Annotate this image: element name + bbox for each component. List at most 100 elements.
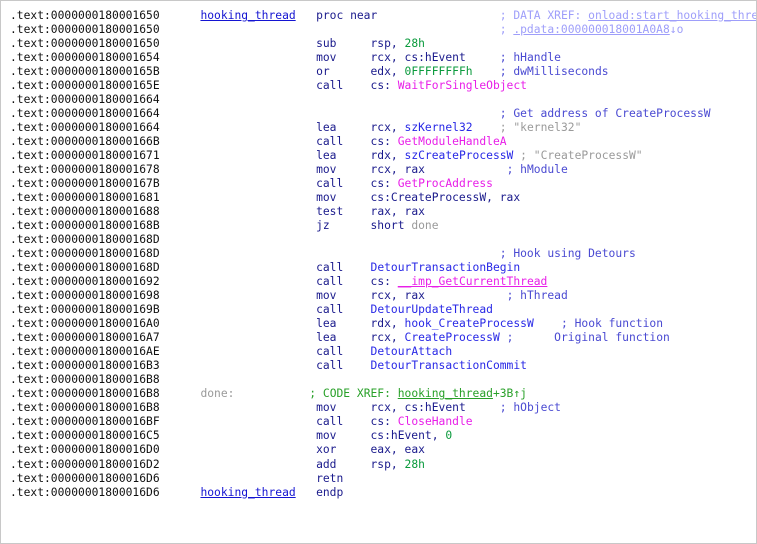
disassembly-line[interactable]: .text:0000000180001650 hooking_thread pr…	[10, 9, 752, 23]
disassembly-line[interactable]: .text:0000000180001681 mov cs:CreateProc…	[10, 191, 752, 205]
address-prefix: .text:000000018000168D	[10, 261, 160, 274]
operand[interactable]: szKernel32	[405, 121, 473, 134]
disassembly-line[interactable]: .text:000000018000165B or edx, 0FFFFFFFF…	[10, 65, 752, 79]
ida-disassembly-window[interactable]: .text:0000000180001650 hooking_thread pr…	[0, 0, 757, 544]
disassembly-line[interactable]: .text:000000018000168D ; Hook using Deto…	[10, 247, 752, 261]
operand[interactable]: GetProcAddress	[398, 177, 493, 190]
operand: rax	[405, 205, 425, 218]
operand[interactable]: DetourTransactionBegin	[371, 261, 521, 274]
function-name[interactable]: hooking_thread	[200, 9, 295, 22]
disassembly-line[interactable]: .text:0000000180001650 sub rsp, 28h	[10, 37, 752, 51]
operand: cs:hEvent	[405, 51, 466, 64]
disassembly-line[interactable]: .text:0000000180001698 mov rcx, rax ; hT…	[10, 289, 752, 303]
disassembly-line[interactable]: .text:0000000180001654 mov rcx, cs:hEven…	[10, 51, 752, 65]
operand: short	[371, 219, 405, 232]
disassembly-line[interactable]: .text:000000018000168D	[10, 233, 752, 247]
address-prefix: .text:000000018000168B	[10, 219, 160, 232]
disassembly-line[interactable]: .text:000000018000167B call cs: GetProcA…	[10, 177, 752, 191]
operand[interactable]: GetModuleHandleA	[398, 135, 507, 148]
address-prefix: .text:00000001800016AE	[10, 345, 160, 358]
address-prefix: .text:00000001800016A7	[10, 331, 160, 344]
xref-target-link[interactable]: onload:start_hooking_thread	[588, 9, 757, 22]
disassembly-line[interactable]: .text:00000001800016A0 lea rdx, hook_Cre…	[10, 317, 752, 331]
instruction-mnemonic: call	[316, 275, 343, 288]
operand[interactable]: DetourUpdateThread	[371, 303, 493, 316]
operand: cs:CreateProcessW,	[371, 191, 493, 204]
disassembly-line[interactable]: .text:00000001800016B8 mov rcx, cs:hEven…	[10, 401, 752, 415]
address-prefix: .text:00000001800016D0	[10, 443, 160, 456]
address-prefix: .text:0000000180001664	[10, 107, 160, 120]
data-xref-comment: ;	[500, 23, 514, 36]
inline-comment: ; dwMilliseconds	[500, 65, 609, 78]
operand[interactable]: DetourAttach	[371, 345, 453, 358]
instruction-mnemonic: jz	[316, 219, 330, 232]
instruction-mnemonic: mov	[316, 429, 336, 442]
disassembly-line[interactable]: .text:00000001800016D0 xor eax, eax	[10, 443, 752, 457]
disassembly-line[interactable]: .text:000000018000166B call cs: GetModul…	[10, 135, 752, 149]
address-prefix: .text:00000001800016B3	[10, 359, 160, 372]
disassembly-line[interactable]: .text:000000018000168D call DetourTransa…	[10, 261, 752, 275]
disassembly-line[interactable]: .text:0000000180001664 ; Get address of …	[10, 107, 752, 121]
disassembly-line[interactable]: .text:00000001800016B8	[10, 373, 752, 387]
disassembly-line[interactable]: .text:00000001800016A7 lea rcx, CreatePr…	[10, 331, 752, 345]
disassembly-line[interactable]: .text:00000001800016D2 add rsp, 28h	[10, 458, 752, 472]
operand[interactable]: WaitForSingleObject	[398, 79, 527, 92]
address-prefix: .text:000000018000168D	[10, 247, 160, 260]
disassembly-line[interactable]: .text:00000001800016D6 retn	[10, 472, 752, 486]
address-prefix: .text:00000001800016B8	[10, 373, 160, 386]
address-prefix: .text:00000001800016A0	[10, 317, 160, 330]
operand[interactable]: hook_CreateProcessW	[405, 317, 534, 330]
operand[interactable]: szCreateProcessW	[405, 149, 514, 162]
operand: cs:hEvent	[405, 401, 466, 414]
address-prefix: .text:00000001800016D6	[10, 486, 160, 499]
function-name[interactable]: hooking_thread	[200, 486, 295, 499]
instruction-mnemonic: lea	[316, 317, 336, 330]
disassembly-line[interactable]: .text:00000001800016B8 done: ; CODE XREF…	[10, 387, 752, 401]
instruction-mnemonic: proc near	[316, 9, 377, 22]
disassembly-line[interactable]: .text:0000000180001664 lea rcx, szKernel…	[10, 121, 752, 135]
operand[interactable]: DetourTransactionCommit	[371, 359, 527, 372]
disassembly-line[interactable]: .text:0000000180001688 test rax, rax	[10, 205, 752, 219]
disassembly-line[interactable]: .text:0000000180001650 ; .pdata:00000001…	[10, 23, 752, 37]
operand: rax,	[371, 205, 398, 218]
address-prefix: .text:0000000180001664	[10, 121, 160, 134]
disassembly-line[interactable]: .text:00000001800016B3 call DetourTransa…	[10, 359, 752, 373]
disassembly-line[interactable]: .text:0000000180001678 mov rcx, rax ; hM…	[10, 163, 752, 177]
address-prefix: .text:0000000180001671	[10, 149, 160, 162]
address-prefix: .text:000000018000167B	[10, 177, 160, 190]
disassembly-line[interactable]: .text:00000001800016D6 hooking_thread en…	[10, 486, 752, 500]
xref-target-link[interactable]: hooking_thread	[398, 387, 493, 400]
operand: cs:	[371, 177, 391, 190]
xref-target-link[interactable]: .pdata:000000018001A0A8	[513, 23, 669, 36]
disassembly-line[interactable]: .text:00000001800016AE call DetourAttach	[10, 345, 752, 359]
instruction-mnemonic: lea	[316, 121, 336, 134]
disassembly-line[interactable]: .text:0000000180001671 lea rdx, szCreate…	[10, 149, 752, 163]
disassembly-line[interactable]: .text:000000018000168B jz short done	[10, 219, 752, 233]
operand: rax	[405, 289, 425, 302]
operand[interactable]: CloseHandle	[398, 415, 473, 428]
operand: rcx,	[371, 163, 398, 176]
address-prefix: .text:0000000180001688	[10, 205, 160, 218]
disassembly-line[interactable]: .text:000000018000169B call DetourUpdate…	[10, 303, 752, 317]
address-prefix: .text:0000000180001650	[10, 23, 160, 36]
operand[interactable]: done	[411, 219, 438, 232]
inline-comment: ; hThread	[507, 289, 568, 302]
operand: rdx,	[371, 149, 398, 162]
disassembly-line[interactable]: .text:000000018000165E call cs: WaitForS…	[10, 79, 752, 93]
operand: 0FFFFFFFFh	[405, 65, 473, 78]
disassembly-listing[interactable]: .text:0000000180001650 hooking_thread pr…	[10, 9, 752, 500]
disassembly-line[interactable]: .text:00000001800016BF call cs: CloseHan…	[10, 415, 752, 429]
code-label[interactable]: done:	[200, 387, 234, 400]
instruction-mnemonic: call	[316, 345, 343, 358]
disassembly-line[interactable]: .text:00000001800016C5 mov cs:hEvent, 0	[10, 429, 752, 443]
address-prefix: .text:00000001800016B8	[10, 387, 160, 400]
operand[interactable]: __imp_GetCurrentThread	[398, 275, 548, 288]
disassembly-line[interactable]: .text:0000000180001664	[10, 93, 752, 107]
instruction-mnemonic: mov	[316, 51, 336, 64]
operand[interactable]: CreateProcessW	[405, 331, 500, 344]
address-prefix: .text:000000018000168D	[10, 233, 160, 246]
address-prefix: .text:000000018000165B	[10, 65, 160, 78]
address-prefix: .text:000000018000166B	[10, 135, 160, 148]
inline-comment: ; Original function	[507, 331, 670, 344]
disassembly-line[interactable]: .text:0000000180001692 call cs: __imp_Ge…	[10, 275, 752, 289]
